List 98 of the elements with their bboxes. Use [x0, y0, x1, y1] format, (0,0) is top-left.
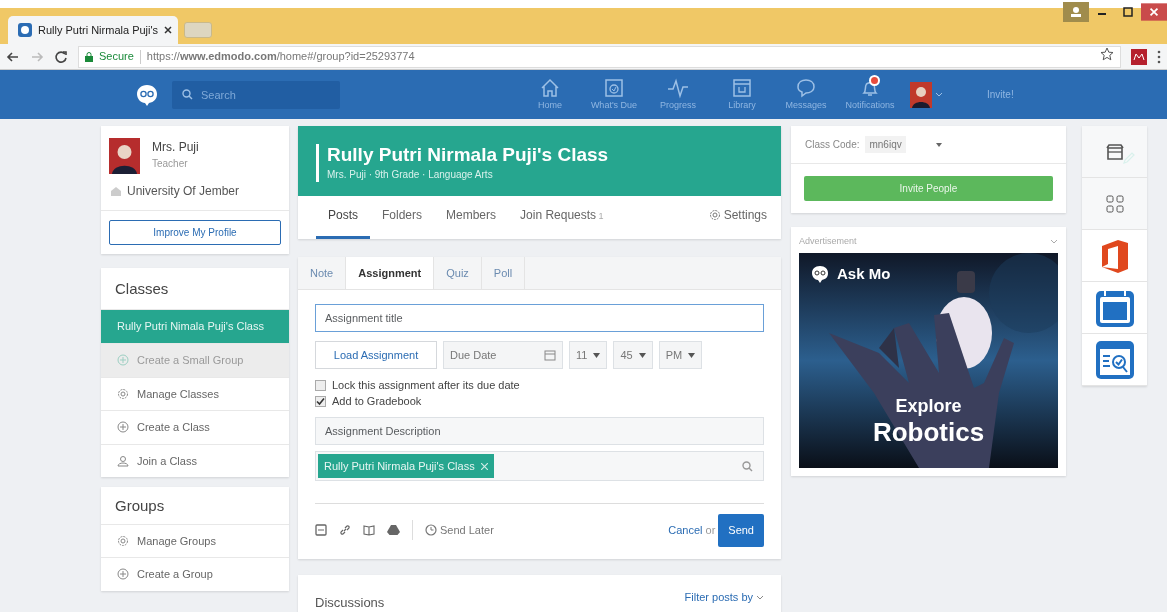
sidebar-item[interactable]: Manage Groups	[101, 523, 289, 558]
nav-item[interactable]: What's Due	[590, 76, 638, 113]
edmodo-logo-icon	[18, 23, 32, 37]
checkbox[interactable]	[315, 395, 326, 407]
home-icon	[539, 76, 561, 99]
description-field[interactable]: Assignment Description	[315, 417, 764, 446]
reload-icon[interactable]	[54, 49, 68, 64]
ampm-select[interactable]: PM	[658, 341, 703, 370]
sidebar-item[interactable]: Rully Putri Nimala Puji's Class	[101, 308, 289, 344]
invite-link[interactable]: Invite!	[987, 87, 1014, 102]
clock-icon	[425, 524, 437, 537]
mascot-icon	[811, 264, 829, 283]
ad-headline: Robotics	[871, 416, 986, 449]
minute-select[interactable]: 45	[613, 341, 653, 370]
class-code-label: Class Code:	[805, 138, 860, 152]
load-assignment-button[interactable]: Load Assignment	[315, 341, 437, 370]
search-icon	[742, 460, 753, 472]
book-icon[interactable]	[363, 524, 375, 537]
extension-icon[interactable]	[1131, 48, 1147, 65]
speech-bubble-icon	[795, 76, 817, 99]
class-tab[interactable]: Posts	[316, 195, 370, 239]
settings-icon	[708, 208, 721, 221]
calendar-icon	[731, 76, 753, 99]
sidebar-item[interactable]: Manage Classes	[101, 376, 289, 411]
people-icon	[117, 454, 129, 467]
chevron-icon	[756, 594, 764, 601]
sidebar-item[interactable]: Join a Class	[101, 443, 289, 478]
apps-icon[interactable]	[1105, 194, 1124, 213]
settings-button[interactable]: Settings	[708, 195, 767, 239]
nav-item[interactable]: Messages	[782, 76, 830, 113]
date-field[interactable]: Due Date	[443, 341, 563, 370]
class-title: Rully Putri Nirmala Puji's Class	[327, 144, 610, 167]
settings-icon	[117, 387, 129, 400]
nav-item[interactable]: Library	[718, 76, 766, 113]
class-tab[interactable]: Join Requests 1	[508, 195, 616, 239]
star-icon[interactable]	[1100, 47, 1114, 62]
file-icon[interactable]	[315, 524, 327, 537]
add-icon	[117, 354, 129, 367]
search-field[interactable]: Search	[172, 80, 340, 109]
calendar-icon	[544, 349, 556, 362]
sidebar-item[interactable]: Create a Class	[101, 410, 289, 444]
calendar-check-icon	[603, 76, 625, 99]
search-icon	[182, 88, 193, 100]
edmodo-logo-icon[interactable]	[136, 83, 158, 106]
class-tab[interactable]: Members	[434, 195, 509, 239]
checkbox-row[interactable]: Add to Gradebook	[315, 393, 764, 410]
sidebar-item[interactable]: Create a Group	[101, 557, 289, 591]
tab-title: Rully Putri Nirmala Puji's	[38, 22, 159, 38]
settings-icon	[117, 534, 129, 547]
cancel-link[interactable]: Cancel	[668, 522, 703, 539]
address-bar[interactable]: Secure https://www.edmodo.com/home#/group?id=25293774	[78, 45, 1121, 68]
school-icon	[111, 186, 121, 196]
close-icon[interactable]	[164, 26, 173, 34]
profile-name: Mrs. Puji	[152, 139, 199, 156]
url-text: https://www.edmodo.com/home#/group?id=25293774	[146, 49, 415, 65]
secure-label: Secure	[99, 49, 134, 65]
ad-brand: Ask Mo	[837, 263, 891, 284]
caret-icon	[935, 142, 942, 147]
recipient-tag: Rully Putri Nirmala Puji's Class	[318, 453, 494, 479]
recipient-field[interactable]: Rully Putri Nirmala Puji's Class	[315, 451, 764, 482]
discussions-heading: Discussions	[315, 593, 385, 612]
section-heading: Groups	[114, 496, 166, 517]
back-icon[interactable]	[6, 49, 20, 64]
avatar[interactable]	[910, 81, 932, 108]
caret-icon	[688, 352, 696, 358]
class-tab[interactable]: Folders	[370, 195, 435, 239]
ad-headline: Explore	[894, 394, 963, 418]
link-icon[interactable]	[339, 524, 351, 537]
browser-tab[interactable]: Rully Putri Nirmala Puji's	[8, 16, 178, 44]
office-icon[interactable]	[1099, 237, 1130, 274]
add-icon	[117, 568, 129, 581]
nav-item[interactable]: Home	[526, 76, 574, 113]
ad-label: Advertisement	[799, 235, 857, 248]
avatar	[109, 138, 140, 174]
caret-icon[interactable]	[935, 91, 943, 98]
hour-select[interactable]: 11	[569, 341, 608, 370]
send-later-button[interactable]: Send Later	[425, 522, 494, 539]
store-icon[interactable]	[1104, 142, 1125, 161]
menu-icon[interactable]	[1157, 49, 1161, 64]
checklist-icon[interactable]	[1094, 339, 1135, 380]
add-icon	[117, 421, 129, 434]
profile-role: Teacher	[152, 157, 189, 171]
caret-icon	[593, 352, 601, 358]
class-subtitle: Mrs. Puji · 9th Grade · Language Arts	[327, 167, 494, 182]
title-field[interactable]: Assignment title	[315, 304, 764, 333]
or-text: or	[705, 523, 716, 539]
improve-profile-button[interactable]: Improve My Profile	[109, 220, 281, 245]
nav-item[interactable]: Progress	[654, 76, 702, 113]
lock-icon	[85, 51, 93, 62]
checkbox[interactable]	[315, 380, 326, 392]
caret-icon	[638, 352, 646, 358]
school-name: University Of Jember	[127, 183, 240, 200]
filter-button[interactable]: Filter posts by	[684, 589, 764, 606]
section-heading: Classes	[114, 279, 170, 299]
send-button[interactable]: Send	[718, 514, 764, 547]
checkbox-row[interactable]: Lock this assignment after its due date	[315, 378, 764, 394]
post-type-tab[interactable]: Assignment	[346, 256, 435, 290]
nav-item[interactable]: Notifications	[846, 76, 894, 113]
